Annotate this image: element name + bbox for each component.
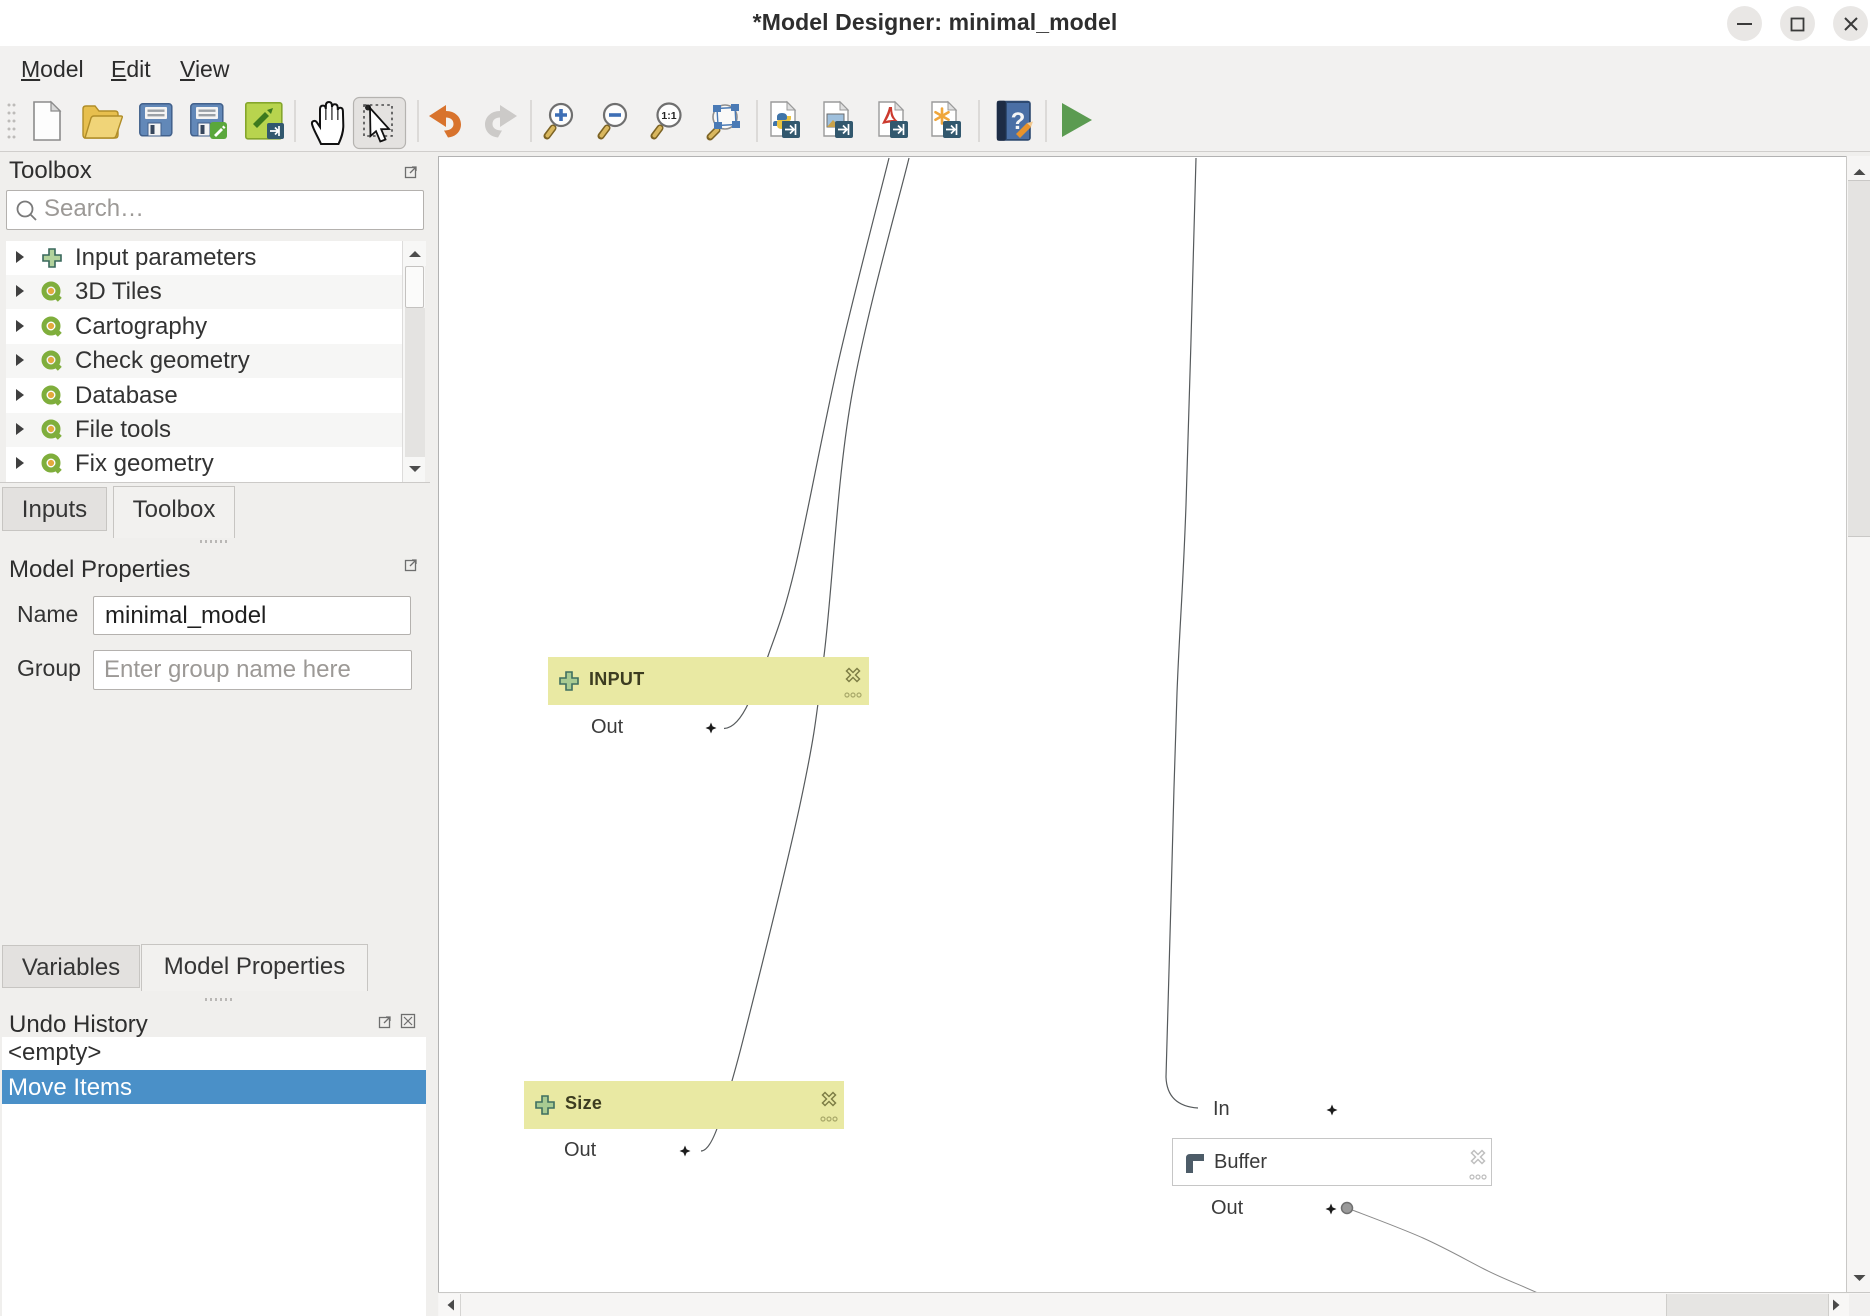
svg-text:1:1: 1:1 <box>661 110 676 122</box>
